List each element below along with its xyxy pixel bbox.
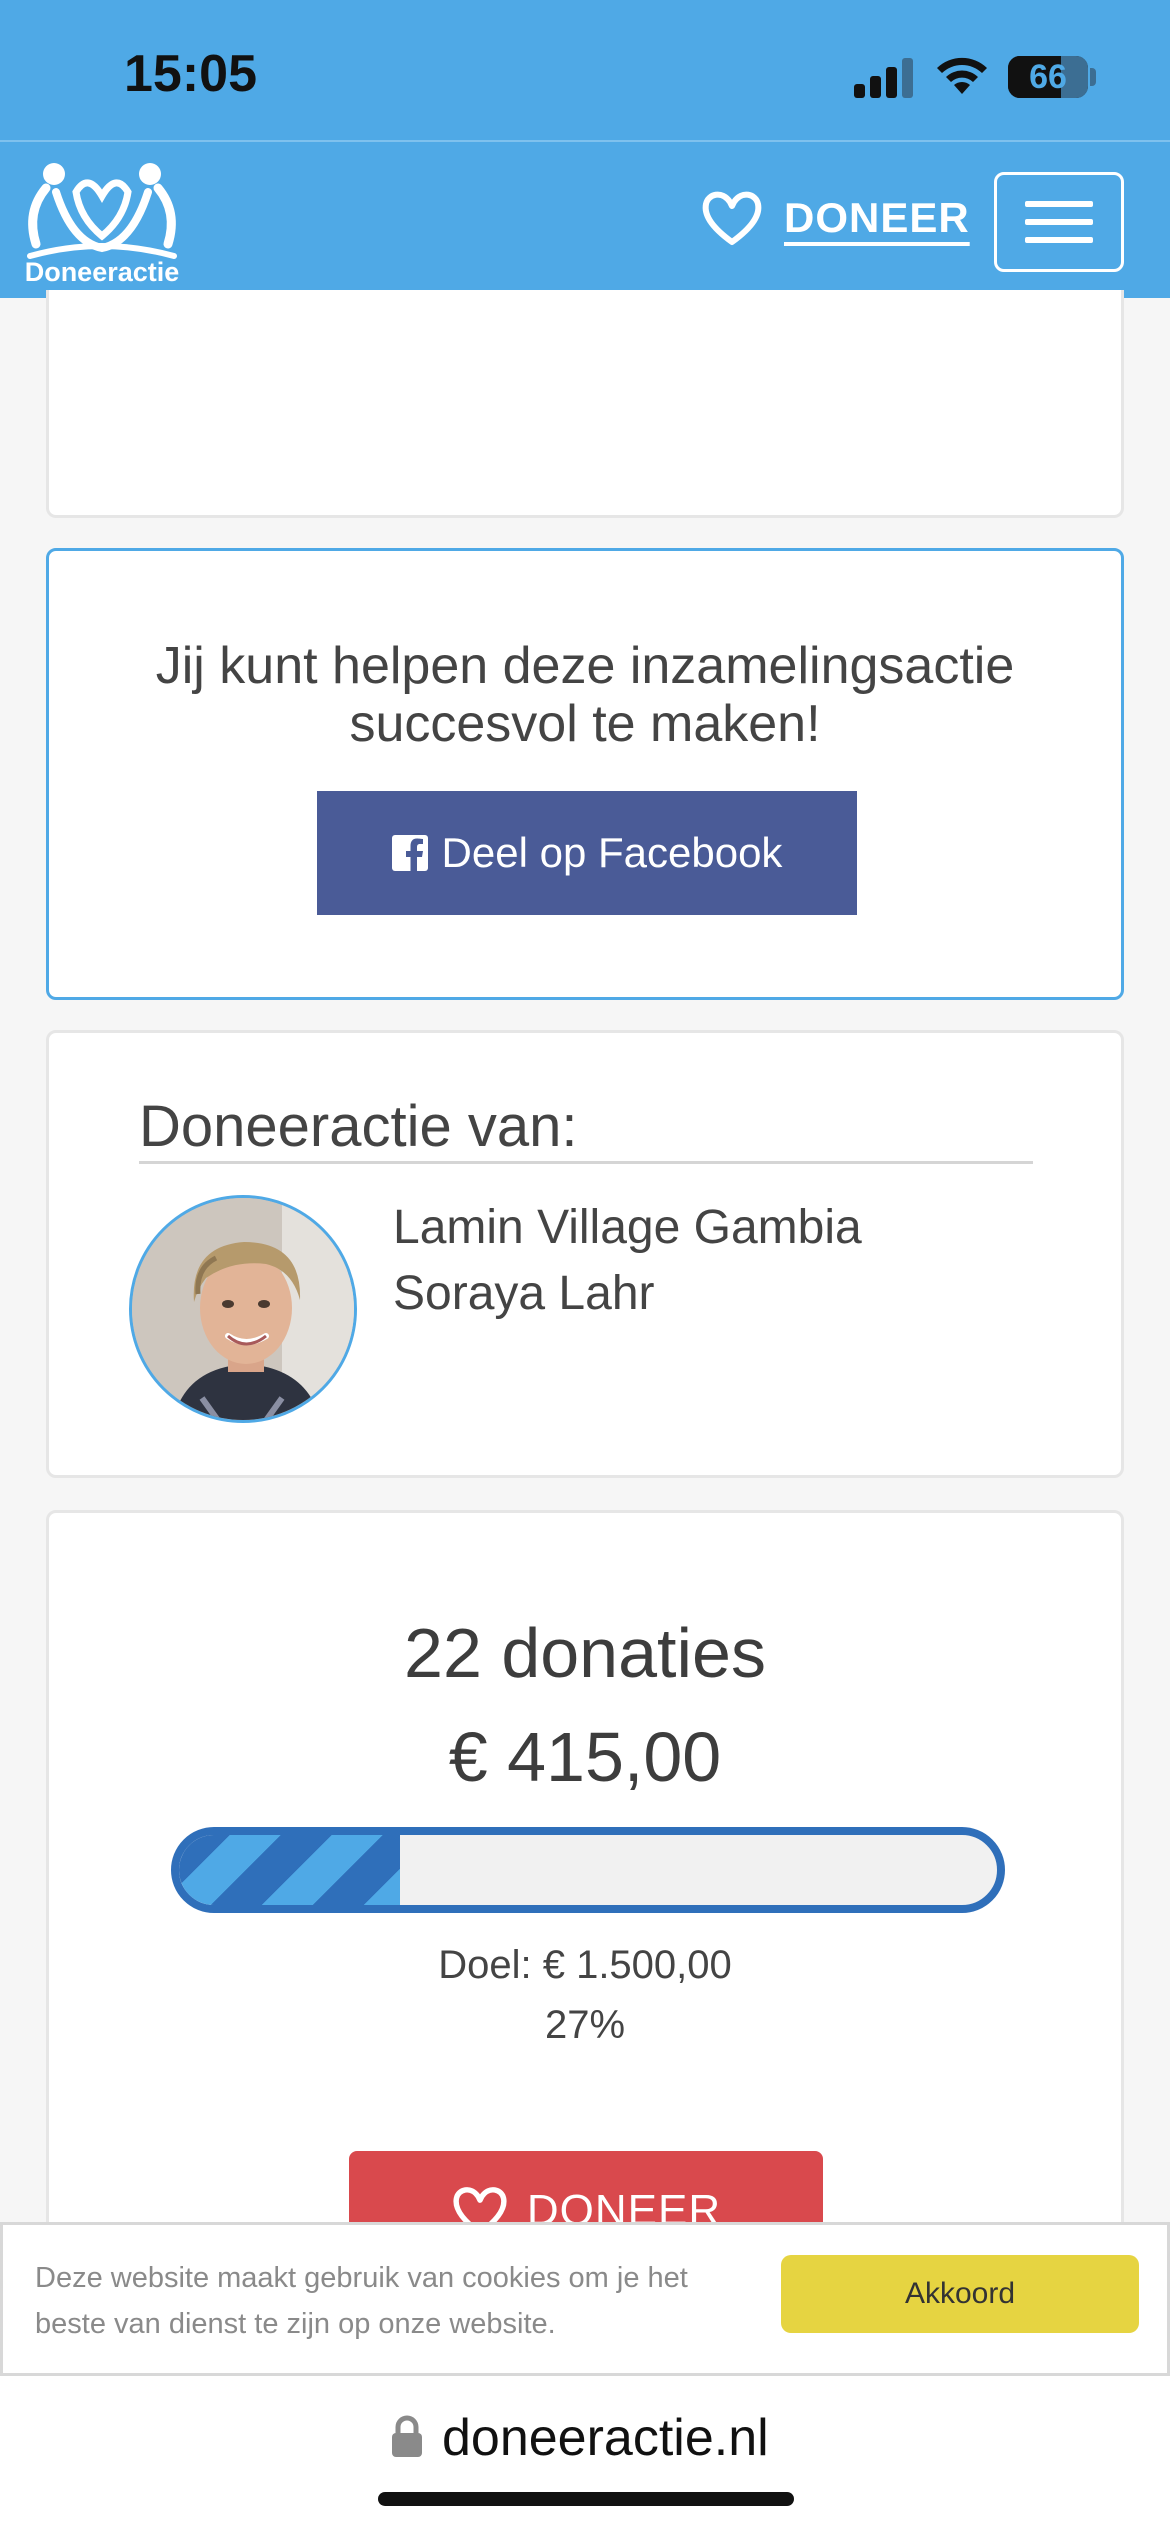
owner-person: Soraya Lahr — [393, 1267, 655, 1320]
wifi-icon — [937, 57, 987, 94]
goal-text: Doel: € 1.500,00 — [438, 1943, 732, 1987]
url-text: doneeractie.nl — [442, 2409, 769, 2467]
browser-address-bar[interactable]: doneeractie.nl — [0, 2376, 1170, 2532]
heart-icon — [702, 191, 762, 245]
status-bar: 15:05 66 — [0, 0, 1170, 140]
facebook-share-button[interactable]: Deel op Facebook — [317, 791, 857, 915]
share-title: Jij kunt helpen deze inzamelingsactie su… — [155, 637, 1015, 753]
donation-amount: € 415,00 — [448, 1718, 722, 1796]
avatar-image — [132, 1198, 354, 1420]
owner-organization[interactable]: Lamin Village Gambia — [393, 1195, 862, 1261]
owner-divider — [139, 1161, 1033, 1164]
logo-figures-icon — [27, 163, 177, 259]
donate-nav-link[interactable]: DONEER — [700, 186, 970, 250]
logo-text: Doneeractie — [24, 257, 180, 287]
doneeractie-logo[interactable]: Doneeractie — [16, 152, 188, 292]
percent-text: 27% — [544, 2003, 626, 2047]
avatar[interactable] — [129, 1195, 357, 1423]
hamburger-icon-bar — [1025, 237, 1093, 243]
cookie-message: Deze website maakt gebruik van cookies o… — [35, 2262, 688, 2340]
hamburger-icon — [1025, 201, 1093, 207]
donation-count: 22 donaties — [404, 1614, 766, 1692]
page: 15:05 66 Doneeractie DONEER Jij kunt hel… — [0, 0, 1170, 2532]
hamburger-icon-bar — [1025, 219, 1093, 225]
donate-nav-label: DONEER — [784, 194, 970, 241]
owner-heading: Doneeractie van: — [139, 1094, 578, 1159]
status-time: 15:05 — [124, 45, 257, 103]
stats-card: 22 donaties € 415,00 Doel: € 1.500,00 27… — [46, 1510, 1124, 2310]
menu-button[interactable] — [994, 172, 1124, 272]
progress-fill — [179, 1835, 400, 1905]
cookie-banner: Deze website maakt gebruik van cookies o… — [0, 2222, 1170, 2376]
owner-card: Doneeractie van: Lamin Village Gambia So… — [46, 1030, 1124, 1478]
home-indicator[interactable] — [378, 2492, 794, 2506]
navbar: Doneeractie DONEER — [0, 142, 1170, 298]
battery-level: 66 — [1029, 57, 1067, 96]
lock-icon — [392, 2415, 422, 2457]
battery-nub — [1090, 68, 1096, 86]
facebook-icon — [391, 835, 428, 871]
progress-bar — [171, 1827, 1005, 1913]
battery-icon: 66 — [1008, 56, 1088, 98]
content-card-top — [46, 290, 1124, 518]
facebook-share-label: Deel op Facebook — [441, 829, 783, 876]
cookie-accept-button[interactable]: Akkoord — [781, 2255, 1139, 2333]
share-card: Jij kunt helpen deze inzamelingsactie su… — [46, 548, 1124, 1000]
signal-icon — [854, 58, 913, 98]
